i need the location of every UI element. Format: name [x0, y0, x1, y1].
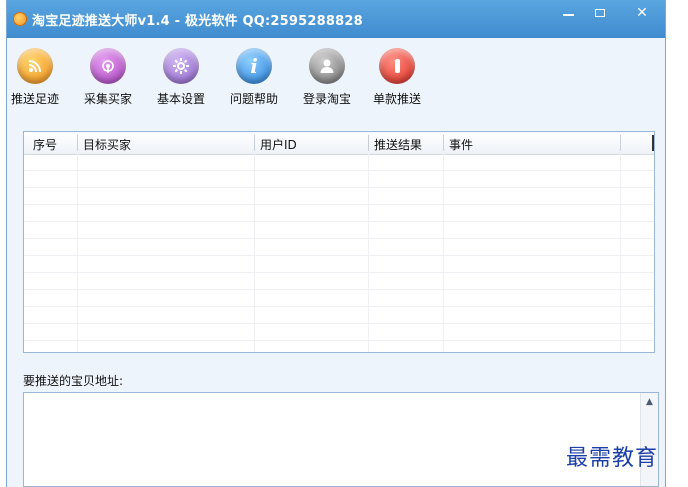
column-header-buyer[interactable]: 目标买家 [83, 136, 131, 153]
close-button[interactable]: ✕ [627, 0, 657, 26]
collect-buyers-button[interactable]: 采集买家 [74, 48, 142, 107]
column-separator[interactable] [368, 135, 369, 151]
grid-line [24, 272, 654, 273]
column-separator[interactable] [77, 135, 78, 151]
user-icon [309, 48, 345, 84]
window-title: 淘宝足迹推送大师v1.4 - 极光软件 QQ:2595288828 [32, 14, 363, 29]
collect-buyers-label: 采集买家 [83, 92, 132, 106]
app-logo-icon [13, 12, 27, 26]
rss-icon [17, 48, 53, 84]
scroll-up-icon[interactable]: ▲ [641, 393, 658, 410]
grid-line [24, 340, 654, 341]
minimize-button[interactable] [553, 0, 583, 26]
single-item-push-button[interactable]: 单款推送 [363, 48, 431, 107]
result-list[interactable]: 序号 目标买家 用户ID 推送结果 事件 [23, 131, 655, 353]
list-header: 序号 目标买家 用户ID 推送结果 事件 [24, 132, 654, 155]
column-header-result[interactable]: 推送结果 [374, 136, 422, 153]
column-separator[interactable] [620, 135, 621, 151]
info-icon: i [236, 48, 272, 84]
login-taobao-button[interactable]: 登录淘宝 [293, 48, 361, 107]
grid-line [24, 170, 654, 171]
column-header-event[interactable]: 事件 [449, 136, 473, 153]
grid-line [24, 255, 654, 256]
login-taobao-label: 登录淘宝 [302, 92, 351, 106]
grid-line [24, 323, 654, 324]
broadcast-icon [90, 48, 126, 84]
push-footprint-button[interactable]: 推送足迹 [1, 48, 69, 107]
grid-line [24, 306, 654, 307]
item-address-textarea[interactable]: ▲ [23, 392, 659, 487]
grid-line [24, 289, 654, 290]
single-item-push-label: 单款推送 [372, 92, 421, 106]
gear-icon [163, 48, 199, 84]
item-address-label: 要推送的宝贝地址: [23, 374, 124, 388]
stop-icon [379, 48, 415, 84]
help-button[interactable]: i 问题帮助 [220, 48, 288, 107]
toolbar: 推送足迹 采集买家 基本设置 i 问题帮助 登录淘宝 单款推送 [7, 40, 665, 112]
maximize-icon [595, 9, 605, 17]
column-separator[interactable] [443, 135, 444, 151]
title-bar[interactable]: 淘宝足迹推送大师v1.4 - 极光软件 QQ:2595288828 ✕ [7, 0, 665, 38]
grid-line [24, 204, 654, 205]
column-header-user-id[interactable]: 用户ID [260, 136, 297, 153]
column-separator[interactable] [652, 135, 654, 151]
app-window: 淘宝足迹推送大师v1.4 - 极光软件 QQ:2595288828 ✕ 推送足迹… [6, 0, 666, 487]
minimize-icon [562, 14, 574, 16]
basic-settings-label: 基本设置 [156, 92, 205, 106]
grid-line [24, 187, 654, 188]
push-footprint-label: 推送足迹 [10, 92, 59, 106]
column-separator[interactable] [254, 135, 255, 151]
grid-line [24, 238, 654, 239]
close-icon: ✕ [636, 5, 648, 21]
maximize-button[interactable] [585, 0, 615, 26]
basic-settings-button[interactable]: 基本设置 [147, 48, 215, 107]
help-label: 问题帮助 [229, 92, 278, 106]
watermark-text: 最需教育 [566, 446, 659, 471]
grid-line [24, 221, 654, 222]
column-header-index[interactable]: 序号 [33, 136, 57, 153]
